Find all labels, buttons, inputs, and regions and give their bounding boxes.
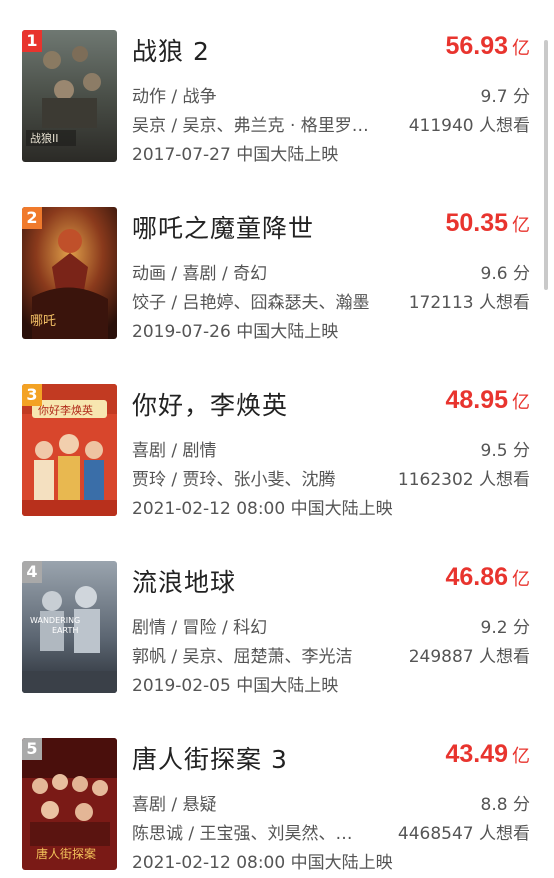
movie-title[interactable]: 哪吒之魔童降世 <box>132 209 314 245</box>
want-count: 1162302 人想看 <box>397 470 530 490</box>
release-date: 2021-02-12 08:00 中国大陆上映 <box>132 853 393 873</box>
rank-badge: 2 <box>22 207 42 229</box>
box-office-value: 43.49 <box>445 740 508 768</box>
movie-cast: 陈思诚 / 王宝强、刘昊然、… <box>132 824 353 844</box>
poster-image[interactable]: 唐人街探案 5 <box>22 738 117 870</box>
box-office: 56.93 亿 <box>445 32 530 61</box>
list-item[interactable]: 哪吒 2 哪吒之魔童降世 50.35 亿 动画 / 喜剧 / 奇幻 9.6 分 饺… <box>0 207 554 347</box>
box-office: 46.86 亿 <box>445 563 530 592</box>
release-date: 2017-07-27 中国大陆上映 <box>132 145 339 165</box>
poster-image[interactable]: 哪吒 2 <box>22 207 117 339</box>
movie-genre: 喜剧 / 悬疑 <box>132 795 217 815</box>
svg-text:WANDERING: WANDERING <box>30 616 80 625</box>
list-item[interactable]: 唐人街探案 5 唐人街探案 3 43.49 亿 喜剧 / 悬疑 8.8 分 陈思诚… <box>0 738 554 878</box>
movie-title[interactable]: 你好，李焕英 <box>132 386 288 422</box>
movie-title[interactable]: 战狼 2 <box>132 32 210 68</box>
movie-title[interactable]: 唐人街探案 3 <box>132 740 288 776</box>
movie-cast: 吴京 / 吴京、弗兰克 · 格里罗… <box>132 116 369 136</box>
movie-genre: 动画 / 喜剧 / 奇幻 <box>132 264 268 284</box>
box-office-value: 46.86 <box>445 563 508 591</box>
box-office-value: 50.35 <box>445 209 508 237</box>
movie-score: 9.5 分 <box>480 441 530 461</box>
box-office-unit: 亿 <box>512 746 530 767</box>
rank-badge: 1 <box>22 30 42 52</box>
svg-text:你好李焕英: 你好李焕英 <box>38 403 93 417</box>
box-office-value: 56.93 <box>445 32 508 60</box>
poster-image[interactable]: WANDERING EARTH 4 <box>22 561 117 693</box>
svg-text:EARTH: EARTH <box>52 626 78 635</box>
movie-cast: 郭帆 / 吴京、屈楚萧、李光洁 <box>132 647 353 667</box>
svg-text:战狼II: 战狼II <box>30 131 59 145</box>
want-count: 172113 人想看 <box>408 293 530 313</box>
release-date: 2021-02-12 08:00 中国大陆上映 <box>132 499 393 519</box>
want-count: 4468547 人想看 <box>397 824 530 844</box>
box-office: 48.95 亿 <box>445 386 530 415</box>
movie-score: 8.8 分 <box>480 795 530 815</box>
poster-image[interactable]: 战狼II 1 <box>22 30 117 162</box>
box-office: 50.35 亿 <box>445 209 530 238</box>
svg-text:哪吒: 哪吒 <box>30 314 56 329</box>
want-count: 249887 人想看 <box>408 647 530 667</box>
movie-score: 9.7 分 <box>480 87 530 107</box>
list-item[interactable]: WANDERING EARTH 4 流浪地球 46.86 亿 剧情 / 冒险 / … <box>0 561 554 701</box>
movie-genre: 剧情 / 冒险 / 科幻 <box>132 618 268 638</box>
svg-text:唐人街探案: 唐人街探案 <box>36 846 96 861</box>
list-item[interactable]: 战狼II 1 战狼 2 56.93 亿 动作 / 战争 9.7 分 吴京 / 吴京… <box>0 30 554 170</box>
box-office-unit: 亿 <box>512 392 530 413</box>
movie-title[interactable]: 流浪地球 <box>132 563 236 599</box>
box-office-value: 48.95 <box>445 386 508 414</box>
movie-cast: 贾玲 / 贾玲、张小斐、沈腾 <box>132 470 336 490</box>
release-date: 2019-07-26 中国大陆上映 <box>132 322 339 342</box>
movie-cast: 饺子 / 吕艳婷、囧森瑟夫、瀚墨 <box>132 293 370 313</box>
rank-badge: 3 <box>22 384 42 406</box>
box-office-unit: 亿 <box>512 569 530 590</box>
box-office: 43.49 亿 <box>445 740 530 769</box>
list-item[interactable]: 你好李焕英 3 你好，李焕英 48.95 亿 喜剧 / 剧情 9.5 分 贾玲 /… <box>0 384 554 524</box>
rank-badge: 5 <box>22 738 42 760</box>
movie-genre: 喜剧 / 剧情 <box>132 441 217 461</box>
movie-genre: 动作 / 战争 <box>132 87 217 107</box>
rank-badge: 4 <box>22 561 42 583</box>
want-count: 411940 人想看 <box>408 116 530 136</box>
box-office-unit: 亿 <box>512 215 530 236</box>
box-office-unit: 亿 <box>512 38 530 59</box>
movie-score: 9.6 分 <box>480 264 530 284</box>
movie-score: 9.2 分 <box>480 618 530 638</box>
release-date: 2019-02-05 中国大陆上映 <box>132 676 339 696</box>
poster-image[interactable]: 你好李焕英 3 <box>22 384 117 516</box>
scrollbar[interactable] <box>544 40 548 290</box>
